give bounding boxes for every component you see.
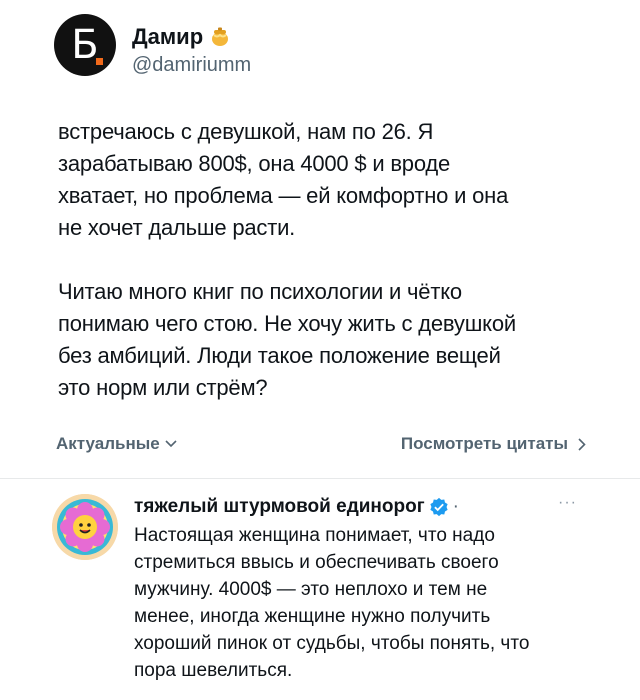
tweet-text: встречаюсь с девушкой, нам по 26. Я зара… <box>58 116 618 404</box>
verified-badge-icon <box>430 497 448 517</box>
reply-separator: · <box>452 496 459 517</box>
replies-toolbar: Актуальные Посмотреть цитаты <box>56 434 586 454</box>
honey-pot-icon <box>212 27 229 46</box>
chevron-right-icon <box>578 437 586 451</box>
author-names: Дамир @damiriumm <box>132 24 251 78</box>
tweet-paragraph-2: Читаю много книг по психологии и чётко п… <box>58 279 516 400</box>
flower-smiley-icon <box>52 494 118 560</box>
sort-replies-button[interactable]: Актуальные <box>56 434 177 454</box>
tweet-header: Б Дамир @damiriumm <box>54 14 251 78</box>
author-display-name[interactable]: Дамир <box>132 24 203 50</box>
reply-text: Настоящая женщина понимает, что надо стр… <box>134 525 530 681</box>
author-avatar[interactable]: Б <box>54 14 116 76</box>
avatar-dot <box>96 58 103 65</box>
chevron-down-icon <box>165 440 177 448</box>
author-name-row: Дамир <box>132 24 251 50</box>
sort-label: Актуальные <box>56 434 160 453</box>
avatar-letter: Б <box>71 22 99 68</box>
reply-display-name[interactable]: тяжелый штурмовой единорог <box>134 494 425 520</box>
view-quotes-button[interactable]: Посмотреть цитаты <box>401 434 586 454</box>
tweet-paragraph-1: встречаюсь с девушкой, нам по 26. Я зара… <box>58 119 509 240</box>
reply-avatar[interactable] <box>52 494 118 560</box>
view-quotes-label: Посмотреть цитаты <box>400 434 568 453</box>
divider <box>0 478 640 479</box>
reply-body: тяжелый штурмовой единорог · Настоящая ж… <box>134 494 604 684</box>
reply-header: тяжелый штурмовой единорог · <box>134 494 604 520</box>
more-options-icon[interactable]: ··· <box>558 494 577 512</box>
author-handle[interactable]: @damiriumm <box>132 52 251 78</box>
